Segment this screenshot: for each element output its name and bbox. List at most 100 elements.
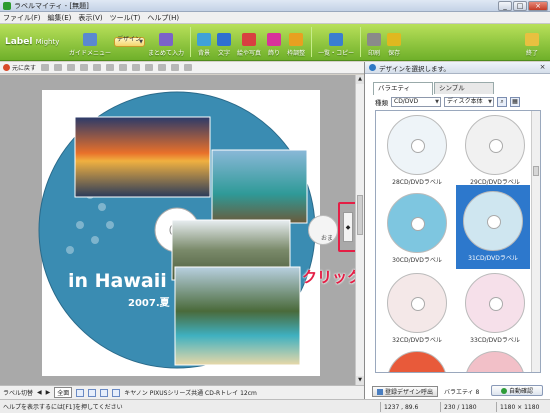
scroll-down-button[interactable]: ▼ bbox=[356, 376, 364, 385]
list-copy-button[interactable]: 一覧・コピー bbox=[315, 26, 357, 59]
background-button[interactable]: 背景 bbox=[194, 26, 214, 59]
text-icon bbox=[217, 32, 232, 46]
text-button[interactable]: 文字 bbox=[214, 26, 234, 59]
picture-icon bbox=[242, 32, 257, 46]
align-icon[interactable] bbox=[93, 64, 102, 71]
auto-check-button[interactable]: 自動確認 bbox=[491, 385, 543, 396]
print-icon bbox=[367, 32, 382, 46]
panel-toggle-handle[interactable]: おま bbox=[308, 215, 338, 245]
exit-button[interactable]: 終了 bbox=[518, 26, 546, 59]
category-select[interactable]: CD/DVD bbox=[391, 97, 441, 107]
design-list-scrollbar[interactable] bbox=[531, 111, 540, 372]
design-thumbnail bbox=[463, 191, 523, 251]
view-mode-icon[interactable] bbox=[100, 388, 109, 397]
list-item[interactable]: 29CD/DVDラベル bbox=[460, 111, 530, 191]
scroll-thumb[interactable] bbox=[357, 195, 363, 235]
app-icon bbox=[3, 1, 11, 10]
frame-adjust-button[interactable]: 枠調整 bbox=[284, 26, 308, 59]
cut-icon[interactable] bbox=[41, 64, 50, 71]
menu-file[interactable]: ファイル(F) bbox=[3, 13, 41, 23]
list-item[interactable] bbox=[382, 347, 452, 372]
background-icon bbox=[197, 32, 212, 46]
style-select[interactable]: ディスク本体 bbox=[444, 97, 494, 107]
search-icon[interactable]: ⌕ bbox=[497, 97, 507, 107]
panel-close-icon[interactable]: × bbox=[538, 63, 547, 72]
maximize-button[interactable]: □ bbox=[513, 1, 527, 11]
menu-tools[interactable]: ツール(T) bbox=[110, 13, 141, 23]
list-item[interactable]: 32CD/DVDラベル bbox=[382, 269, 452, 349]
canvas-vertical-scrollbar[interactable]: ▲ ▼ bbox=[355, 75, 364, 385]
tab-variety[interactable]: バラエティ bbox=[373, 82, 433, 95]
view-toggle-icon[interactable]: ▦ bbox=[510, 97, 520, 107]
next-arrow-icon[interactable]: ▶ bbox=[46, 389, 51, 396]
flip-icon[interactable] bbox=[145, 64, 154, 71]
category-label: 種類 bbox=[375, 99, 388, 107]
batch-input-button[interactable]: まとめて入力 bbox=[145, 26, 187, 59]
design-button[interactable]: デザイン bbox=[114, 36, 146, 47]
photo-resort-pool bbox=[211, 149, 308, 224]
save-button[interactable]: 保存 bbox=[384, 26, 404, 59]
picture-button[interactable]: 絵や写真 bbox=[234, 26, 264, 59]
list-item[interactable]: 33CD/DVDラベル bbox=[460, 269, 530, 349]
group-icon[interactable] bbox=[119, 64, 128, 71]
tab-simple[interactable]: シンプル bbox=[434, 82, 494, 94]
cursor-position: 1237 , 89.6 bbox=[380, 402, 418, 412]
panel-header: デザインを選択します。 × bbox=[365, 62, 550, 74]
paste-icon[interactable] bbox=[67, 64, 76, 71]
undo-button[interactable]: 元に戻す bbox=[3, 63, 36, 72]
menu-help[interactable]: ヘルプ(H) bbox=[147, 13, 179, 23]
zoom-full-button[interactable]: 全面 bbox=[54, 387, 73, 398]
frame-adjust-icon bbox=[289, 32, 304, 46]
zoom-out-icon[interactable] bbox=[88, 388, 97, 397]
page-indicator: 230 / 1180 bbox=[440, 402, 477, 412]
title-bar: ラベルマイティ - [無題] _ □ × bbox=[0, 0, 550, 12]
registered-design-button[interactable]: 登録デザイン呼出 bbox=[372, 386, 438, 397]
cd-subtitle-text[interactable]: 2007.夏 bbox=[128, 294, 170, 309]
pen-icon[interactable] bbox=[80, 64, 89, 71]
list-item-selected[interactable]: 31CD/DVDラベル bbox=[456, 185, 530, 269]
photo-beach bbox=[174, 266, 301, 366]
list-item[interactable]: 30CD/DVDラベル bbox=[382, 189, 452, 269]
undo-icon bbox=[3, 64, 10, 71]
batch-input-icon bbox=[159, 32, 174, 46]
design-thumbnail bbox=[465, 351, 525, 372]
click-annotation-text: クリック bbox=[302, 268, 363, 286]
editing-canvas[interactable]: おま bbox=[0, 75, 355, 385]
canvas-size: 1180 × 1180 bbox=[496, 402, 539, 412]
cd-label-artwork[interactable] bbox=[0, 75, 355, 385]
grid-icon[interactable] bbox=[112, 388, 121, 397]
eraser-icon[interactable] bbox=[171, 64, 180, 71]
layer-icon[interactable] bbox=[106, 64, 115, 71]
rotate-icon[interactable] bbox=[132, 64, 141, 71]
main-toolbar: Label Mighty ガイドメニュー デザイン まとめて入力 背景 文字 絵… bbox=[0, 24, 550, 61]
minimize-button[interactable]: _ bbox=[498, 1, 512, 11]
print-button[interactable]: 印刷 bbox=[364, 26, 384, 59]
editor-toolbar: 元に戻す bbox=[0, 62, 364, 74]
toolbar-separator bbox=[190, 27, 192, 57]
media-info-text: キヤノン PIXUSシリーズ共通 CD-Rトレイ 12cm bbox=[124, 390, 257, 397]
guide-menu-button[interactable]: ガイドメニュー bbox=[66, 26, 114, 59]
list-item[interactable] bbox=[460, 347, 530, 372]
brush-icon[interactable] bbox=[158, 64, 167, 71]
list-item[interactable]: 28CD/DVDラベル bbox=[382, 111, 452, 191]
info-icon bbox=[369, 64, 376, 71]
prev-arrow-icon[interactable]: ◀ bbox=[37, 389, 42, 396]
label-switch-button[interactable]: ラベル切替 bbox=[3, 388, 33, 397]
window-controls: _ □ × bbox=[498, 1, 548, 11]
play-icon bbox=[500, 387, 507, 394]
variety-count: バラエティ 8 bbox=[444, 389, 480, 396]
settings-icon[interactable] bbox=[184, 64, 193, 71]
copy-icon[interactable] bbox=[54, 64, 63, 71]
menu-edit[interactable]: 編集(E) bbox=[48, 13, 72, 23]
menu-view[interactable]: 表示(V) bbox=[78, 13, 102, 23]
decoration-button[interactable]: 飾り bbox=[264, 26, 284, 59]
status-help-text: ヘルプを表示するには[F1]を押してください bbox=[3, 404, 123, 411]
close-button[interactable]: × bbox=[528, 1, 548, 11]
zoom-in-icon[interactable] bbox=[76, 388, 85, 397]
panel-tabs: バラエティ シンプル bbox=[373, 82, 495, 95]
cd-title-text[interactable]: in Hawaii bbox=[68, 270, 167, 292]
design-list[interactable]: 28CD/DVDラベル 29CD/DVDラベル 30CD/DVDラベル 31CD… bbox=[375, 110, 541, 373]
panel-collapse-button[interactable]: ◆ bbox=[343, 212, 353, 242]
scroll-up-button[interactable]: ▲ bbox=[356, 75, 364, 84]
list-copy-icon bbox=[329, 32, 344, 46]
